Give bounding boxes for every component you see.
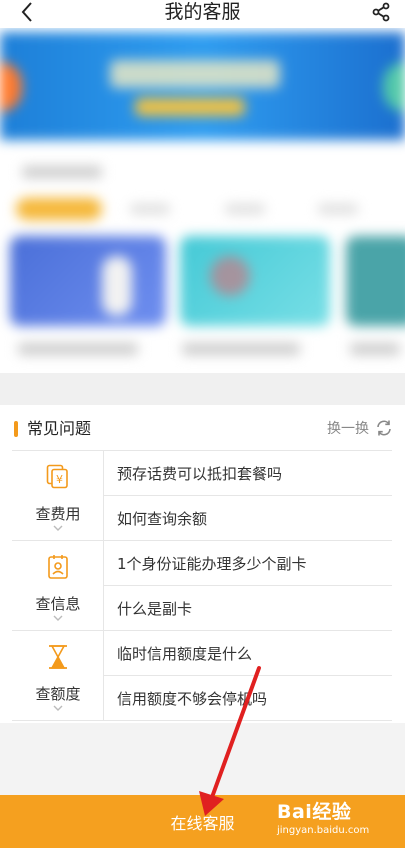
category-label: 查费用 xyxy=(35,505,81,523)
faq-group: 查额度 临时信用额度是什么 信用额度不够会停机吗 xyxy=(12,631,392,721)
category-fees[interactable]: ¥ 查费用 xyxy=(12,451,104,541)
faq-question[interactable]: 信用额度不够会停机吗 xyxy=(104,676,392,721)
watermark-url: jingyan.baidu.com xyxy=(277,825,370,836)
empty-area xyxy=(0,723,405,795)
faq-group: 查信息 1个身份证能办理多少个副卡 什么是副卡 xyxy=(12,541,392,631)
promo-card[interactable] xyxy=(10,236,166,326)
promo-card[interactable] xyxy=(180,236,330,326)
svg-text:¥: ¥ xyxy=(56,473,63,486)
category-label: 查额度 xyxy=(35,685,81,703)
promo-banner[interactable] xyxy=(0,32,405,140)
refresh-label: 换一换 xyxy=(327,421,369,437)
faq-section: 常见问题 换一换 ¥ 查费用 预存话费可以抵扣套餐吗 如何查询余额 查信息 1个… xyxy=(0,405,405,723)
refresh-button[interactable]: 换一换 xyxy=(327,417,393,439)
accent-bar xyxy=(14,421,18,437)
refresh-icon xyxy=(377,420,391,436)
section-divider xyxy=(0,373,405,405)
promo-card[interactable] xyxy=(346,236,405,326)
baidu-jingyan-watermark: Bai经验 jingyan.baidu.com xyxy=(277,800,377,844)
faq-group: ¥ 查费用 预存话费可以抵扣套餐吗 如何查询余额 xyxy=(12,451,392,541)
category-info[interactable]: 查信息 xyxy=(12,541,104,631)
faq-title: 常见问题 xyxy=(27,419,92,438)
page-title: 我的客服 xyxy=(164,1,241,23)
chevron-down-icon xyxy=(53,705,63,711)
top-nav-bar: 我的客服 xyxy=(0,0,405,28)
yuan-bill-icon: ¥ xyxy=(46,464,68,489)
share-icon[interactable] xyxy=(371,2,391,22)
faq-question[interactable]: 1个身份证能办理多少个副卡 xyxy=(104,541,392,586)
category-label: 查信息 xyxy=(35,595,81,613)
chevron-down-icon xyxy=(53,615,63,621)
faq-question[interactable]: 临时信用额度是什么 xyxy=(104,631,392,676)
blurred-promo-area xyxy=(0,28,405,373)
hourglass-icon xyxy=(49,645,67,669)
id-card-icon xyxy=(48,555,68,579)
faq-question[interactable]: 什么是副卡 xyxy=(104,586,392,631)
faq-question[interactable]: 预存话费可以抵扣套餐吗 xyxy=(104,451,392,496)
faq-question[interactable]: 如何查询余额 xyxy=(104,496,392,541)
watermark-brand: Bai经验 xyxy=(277,801,352,823)
chevron-down-icon xyxy=(53,525,63,531)
faq-grid: ¥ 查费用 预存话费可以抵扣套餐吗 如何查询余额 查信息 1个身份证能办理多少个… xyxy=(12,450,392,722)
online-service-label: 在线客服 xyxy=(170,813,235,833)
category-quota[interactable]: 查额度 xyxy=(12,631,104,721)
faq-header: 常见问题 换一换 xyxy=(0,405,405,453)
